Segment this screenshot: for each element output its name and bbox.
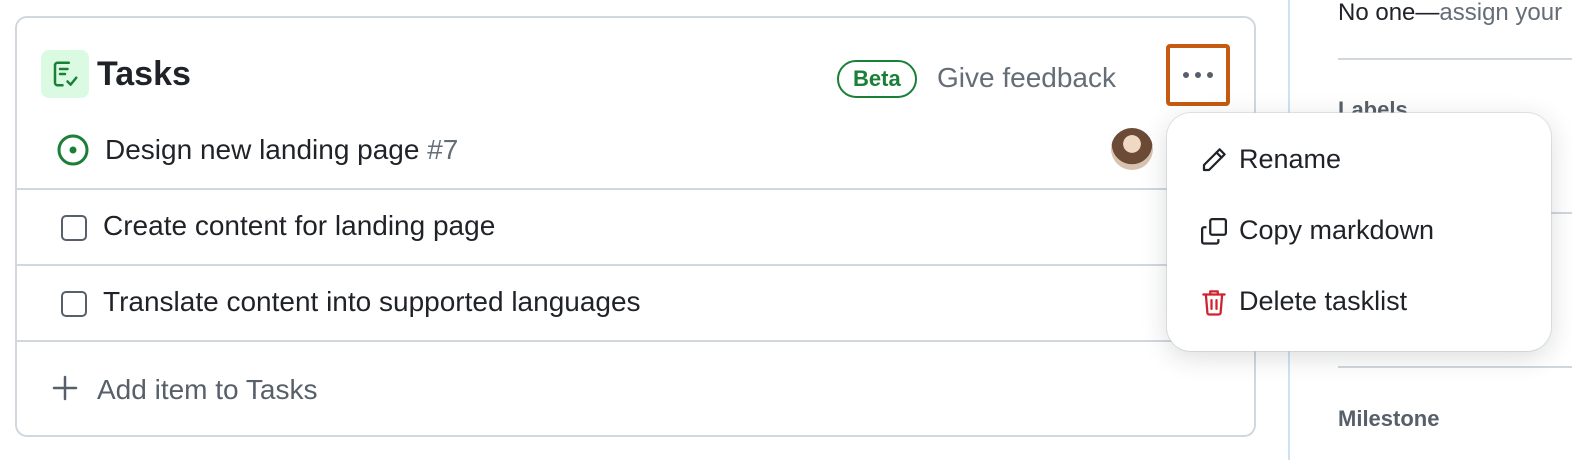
beta-badge: Beta xyxy=(837,60,917,98)
kebab-horizontal-icon xyxy=(1183,72,1213,78)
menu-item-copy-markdown[interactable]: Copy markdown xyxy=(1167,196,1551,266)
task-item-title[interactable]: Create content for landing page xyxy=(103,208,495,244)
task-item-title[interactable]: Design new landing page #7 xyxy=(105,132,458,168)
task-checkbox[interactable] xyxy=(61,291,87,317)
menu-item-rename[interactable]: Rename xyxy=(1167,125,1551,195)
menu-item-label: Copy markdown xyxy=(1239,215,1435,245)
task-item-draft[interactable]: Create content for landing page xyxy=(17,188,1254,264)
task-item-title[interactable]: Translate content into supported languag… xyxy=(103,284,641,320)
task-checkbox[interactable] xyxy=(61,215,87,241)
tasklist-icon xyxy=(41,50,89,98)
tasklist-title[interactable]: Tasks xyxy=(97,54,191,94)
give-feedback-link[interactable]: Give feedback xyxy=(937,60,1116,96)
add-item-button[interactable]: Add item to Tasks xyxy=(97,372,317,408)
tasklist-card: Tasks Beta Give feedback Design new land… xyxy=(15,16,1256,437)
issue-opened-icon xyxy=(57,134,89,166)
menu-item-delete-tasklist[interactable]: Delete tasklist xyxy=(1167,267,1551,337)
trash-icon xyxy=(1202,290,1226,316)
task-item-issue[interactable]: Design new landing page #7 xyxy=(17,114,1254,190)
sidebar-rule xyxy=(1338,58,1572,60)
menu-item-label: Rename xyxy=(1239,144,1342,174)
tasklist-actions-menu: Rename Copy markdown Delete tasklist xyxy=(1167,113,1551,351)
milestone-heading[interactable]: Milestone xyxy=(1338,405,1439,433)
copy-icon xyxy=(1201,218,1227,245)
plus-icon xyxy=(52,375,78,401)
pencil-icon xyxy=(1202,148,1226,172)
issue-title[interactable]: Design new landing page xyxy=(105,134,419,165)
assign-yourself-link[interactable]: assign your xyxy=(1439,0,1562,26)
assignees-empty: No one— xyxy=(1338,0,1440,26)
tasklist-more-button[interactable] xyxy=(1166,44,1230,106)
assignee-avatar[interactable] xyxy=(1111,128,1153,170)
task-item-draft[interactable]: Translate content into supported languag… xyxy=(17,264,1254,340)
issue-number[interactable]: #7 xyxy=(427,134,458,165)
assignees-value: No one—assign your xyxy=(1338,0,1562,28)
sidebar-rule xyxy=(1338,366,1572,368)
menu-item-label: Delete tasklist xyxy=(1239,286,1408,316)
add-item-row[interactable]: Add item to Tasks xyxy=(17,340,1254,437)
